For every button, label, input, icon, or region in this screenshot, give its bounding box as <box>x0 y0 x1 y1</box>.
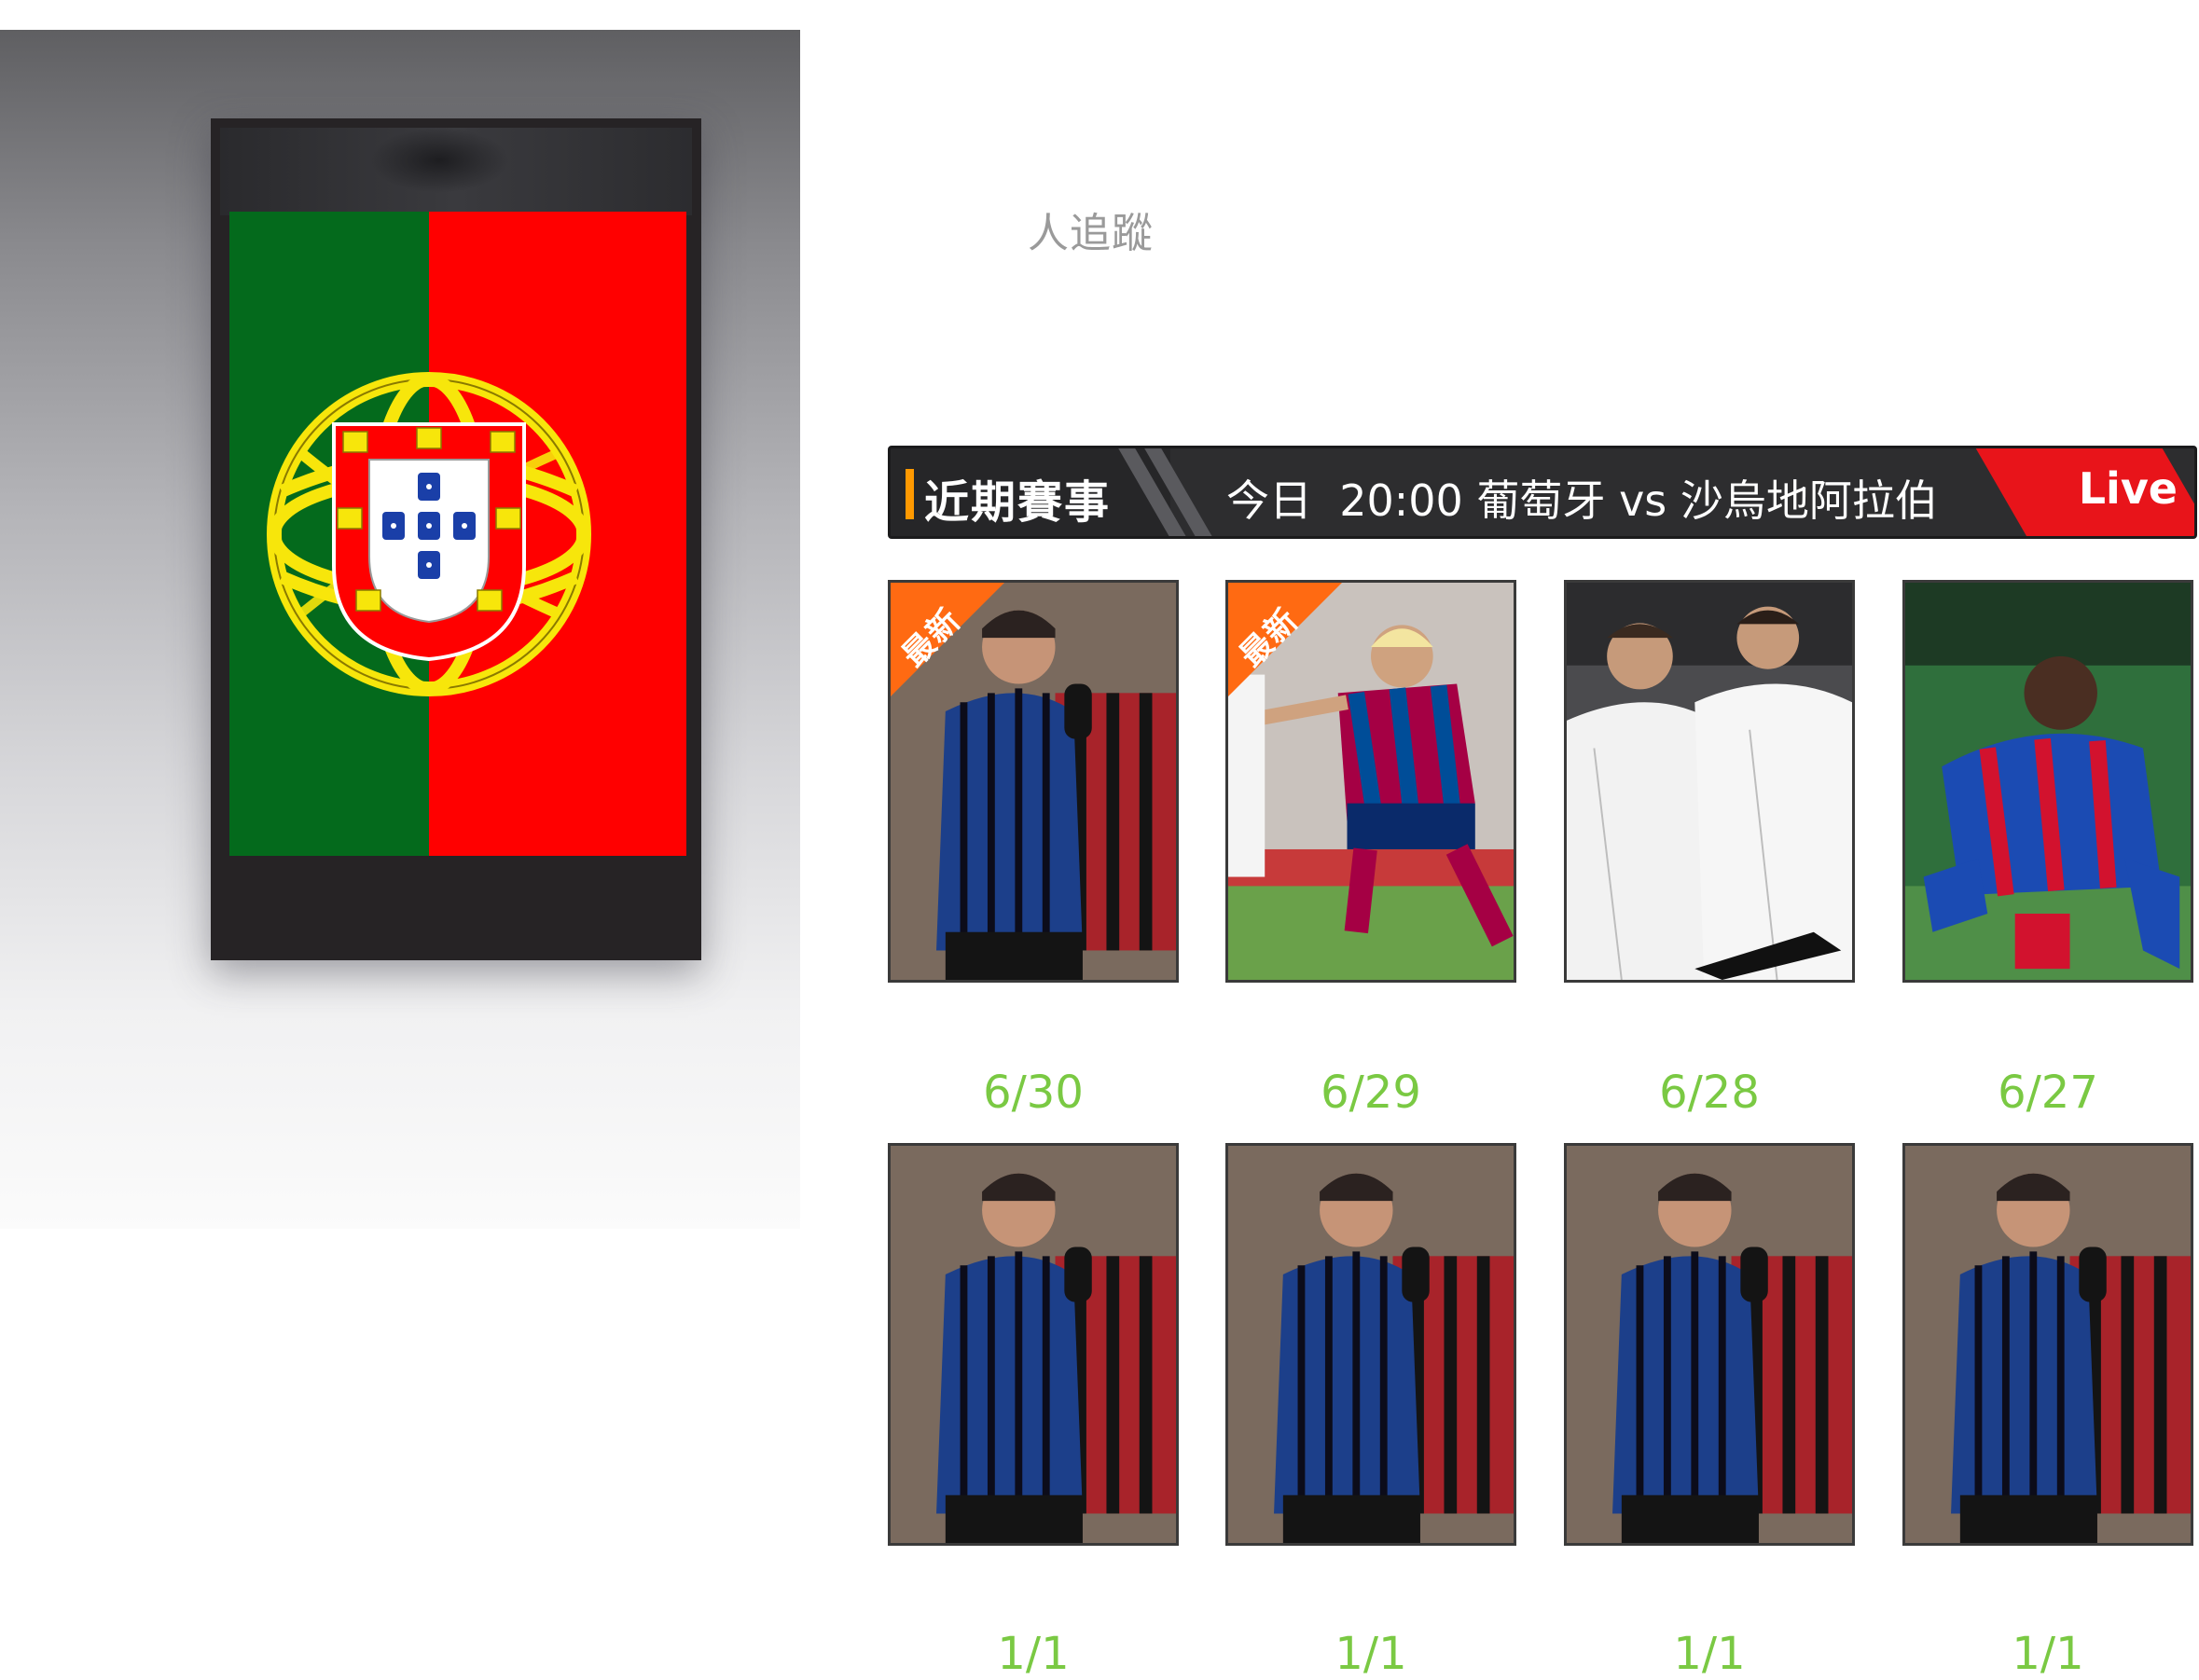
page: 人追蹤 近期賽事 今日 20:00 葡萄牙 vs 沙烏地阿拉伯 Live 最新 … <box>0 0 2199 1680</box>
away-team: 沙烏地阿拉伯 <box>1680 475 1938 526</box>
player-photo <box>891 583 1176 980</box>
match-day: 今日 <box>1226 475 1312 526</box>
video-thumbnail[interactable] <box>888 1143 1179 1546</box>
video-thumbnail[interactable]: 最新 <box>1225 580 1516 983</box>
player-photo <box>1567 1146 1852 1543</box>
match-info[interactable]: 今日 20:00 葡萄牙 vs 沙烏地阿拉伯 <box>1226 467 1938 529</box>
player-photo <box>891 1146 1176 1543</box>
player-photo <box>1567 583 1852 980</box>
player-photo <box>1228 1146 1514 1543</box>
video-thumbnail[interactable]: 最新 <box>888 580 1179 983</box>
portugal-coat-of-arms-icon <box>267 372 591 696</box>
live-label[interactable]: Live <box>2079 463 2178 514</box>
phone-frame <box>211 118 701 960</box>
video-date: 1/1 <box>1673 1628 1746 1680</box>
home-team: 葡萄牙 <box>1476 475 1606 526</box>
follower-count: 人追蹤 <box>1028 210 1154 257</box>
player-photo <box>1228 583 1514 980</box>
video-date: 1/1 <box>1335 1628 1407 1680</box>
video-date: 6/28 <box>1659 1067 1760 1119</box>
video-date: 1/1 <box>2012 1628 2084 1680</box>
player-photo <box>1905 1146 2191 1543</box>
video-thumbnail[interactable] <box>1225 1143 1516 1546</box>
match-time: 20:00 <box>1339 475 1463 526</box>
versus-label: vs <box>1619 475 1667 526</box>
section-accent <box>906 469 914 519</box>
video-thumbnail[interactable] <box>1564 580 1855 983</box>
team-banner <box>0 30 800 1229</box>
video-thumbnail[interactable] <box>1902 580 2193 983</box>
video-thumbnail[interactable] <box>1902 1143 2193 1546</box>
video-date: 6/29 <box>1321 1067 1421 1119</box>
recent-match-bar[interactable]: 近期賽事 今日 20:00 葡萄牙 vs 沙烏地阿拉伯 Live <box>888 446 2197 539</box>
video-date: 1/1 <box>997 1628 1070 1680</box>
portugal-flag <box>229 212 686 856</box>
player-photo <box>1905 583 2191 980</box>
video-date: 6/27 <box>1998 1067 2098 1119</box>
phone-top-bar <box>220 128 692 215</box>
video-date: 6/30 <box>983 1067 1084 1119</box>
video-thumbnail[interactable] <box>1564 1143 1855 1546</box>
section-title: 近期賽事 <box>924 476 1112 529</box>
